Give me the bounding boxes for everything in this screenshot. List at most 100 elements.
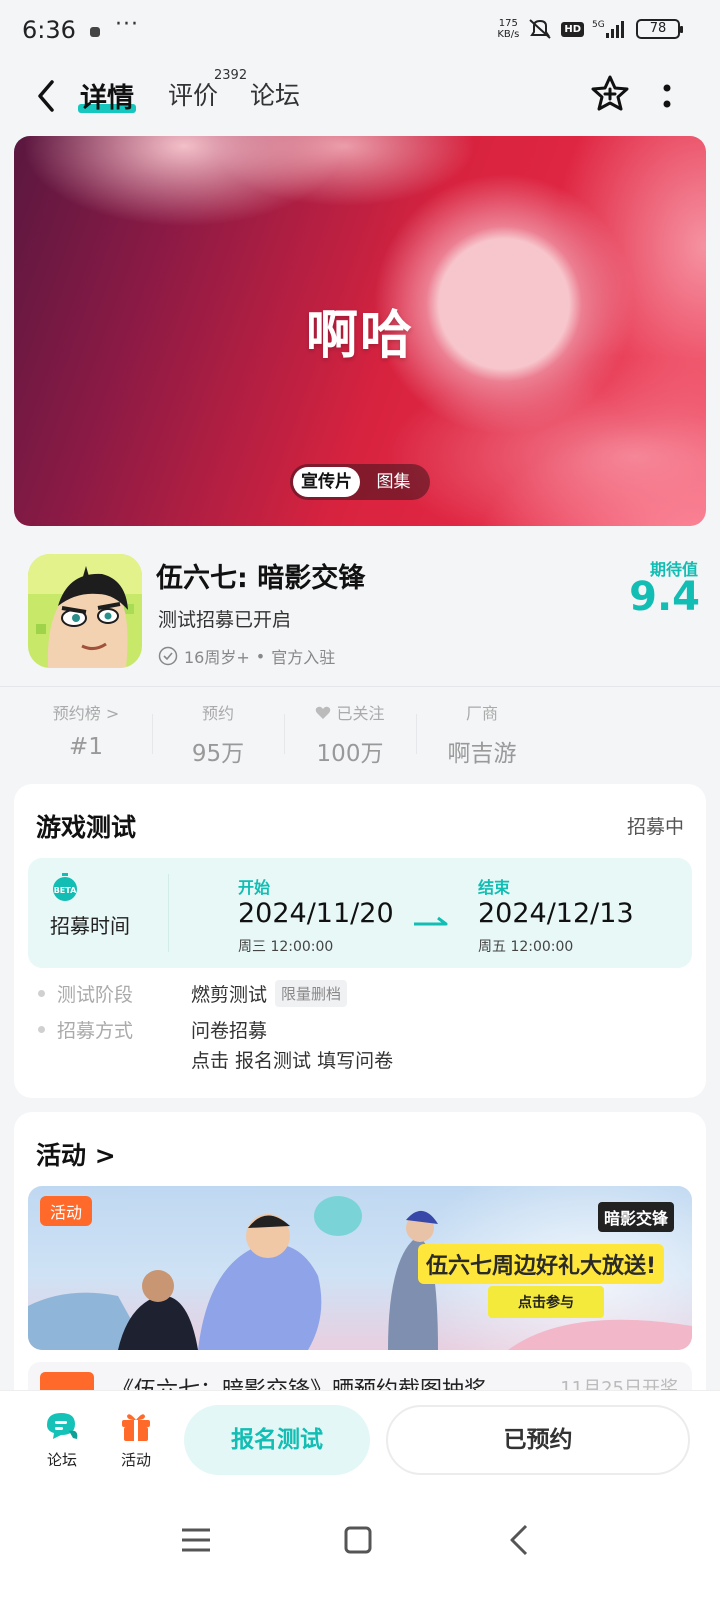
activity-title[interactable]: 活动 >: [36, 1136, 116, 1172]
test-card-title: 游戏测试: [36, 813, 137, 842]
game-icon: [28, 554, 142, 668]
expect-score: 9.4: [629, 574, 700, 620]
activity-headline: 伍六七周边好礼大放送!: [418, 1244, 665, 1284]
forum-label: 论坛: [46, 1451, 77, 1469]
hd-icon: HD: [561, 21, 584, 37]
toggle-video[interactable]: 宣传片: [293, 467, 360, 497]
favorite-star-button[interactable]: [590, 74, 630, 114]
game-name: 伍六七: 暗影交锋: [156, 563, 366, 594]
mute-icon: [529, 19, 551, 39]
status-icons: 175 KB/s HD 5G 78: [497, 18, 683, 40]
stat-publisher[interactable]: 厂商 啊吉游: [416, 700, 548, 770]
tab-review-label: 评价: [168, 81, 219, 110]
reserved-button[interactable]: 已预约: [386, 1405, 690, 1475]
test-card-status: 招募中: [626, 816, 684, 838]
back-nav-icon[interactable]: [500, 1520, 540, 1560]
age-rating: 16周岁+: [184, 648, 250, 667]
start-label: 开始: [238, 878, 271, 897]
forum-chat-icon: [47, 1413, 78, 1439]
test-stage-row: 测试阶段 燃剪测试 限量删档: [38, 980, 348, 1007]
arrow-right-icon: [414, 916, 448, 926]
net-speed-value: 175: [498, 18, 518, 29]
system-nav-bar: [0, 1490, 720, 1601]
tab-detail[interactable]: 详情: [78, 76, 136, 115]
forum-button[interactable]: 论坛: [32, 1409, 92, 1470]
followed-label: 已关注: [336, 704, 385, 723]
end-time: 周五 12:00:00: [478, 939, 574, 955]
stat-followers: 已关注 100万: [284, 700, 416, 770]
stat-label: 预约: [201, 704, 234, 723]
divider: [0, 686, 720, 687]
stat-label: 厂商: [465, 704, 498, 723]
network-type: 5G: [592, 20, 605, 30]
status-bar: 6:36 ··· 175 KB/s HD 5G 78: [0, 0, 720, 62]
stat-ranking[interactable]: 预约榜 > #1: [20, 700, 152, 770]
game-logo: 暗影交锋: [598, 1202, 675, 1232]
gift-icon: [122, 1414, 150, 1441]
recruit-method-key: 招募方式: [57, 1020, 134, 1042]
recruit-method-note-row: 点击 报名测试 填写问卷: [191, 1046, 393, 1073]
stats-row: 预约榜 > #1 预约 95万 已关注 100万 厂商 啊吉游: [20, 700, 560, 770]
recruit-method-value: 问卷招募: [191, 1020, 268, 1042]
stat-value: #1: [69, 734, 103, 760]
start-date: 2024/11/20: [238, 898, 394, 929]
activity-label: 活动: [120, 1451, 151, 1469]
time-divider: [168, 874, 169, 952]
net-speed-unit: KB/s: [497, 29, 520, 40]
stat-reservations: 预约 95万: [152, 700, 284, 770]
status-more: ···: [115, 12, 139, 37]
signal-icon: 5G: [592, 20, 624, 38]
tab-review[interactable]: 评价 2392: [168, 68, 247, 112]
battery-icon: 78: [636, 19, 683, 39]
beta-timer-icon: BETA: [53, 873, 77, 901]
signup-test-button[interactable]: 报名测试: [184, 1405, 370, 1475]
meta-separator: •: [255, 646, 266, 666]
official-label: 官方入驻: [271, 648, 336, 667]
tab-forum-label: 论坛: [250, 81, 301, 110]
toggle-gallery[interactable]: 图集: [360, 467, 427, 497]
join-button[interactable]: 点击参与: [488, 1286, 604, 1318]
recent-apps-icon[interactable]: [176, 1520, 216, 1560]
game-test-card: 游戏测试 招募中 BETA 招募时间 开始 2024/11/20 周三 12:0…: [14, 784, 706, 1098]
review-count-badge: 2392: [214, 68, 248, 83]
activity-button[interactable]: 活动: [106, 1409, 166, 1470]
bottom-action-bar: 论坛 活动 报名测试 已预约: [0, 1390, 720, 1490]
check-circle-icon: [158, 646, 178, 666]
more-menu-button[interactable]: [655, 76, 679, 116]
home-icon[interactable]: [338, 1520, 378, 1560]
promo-banner[interactable]: 啊哈 宣传片 图集: [14, 136, 706, 526]
game-meta: 16周岁+ • 官方入驻: [158, 644, 335, 668]
end-label: 结束: [478, 878, 511, 897]
recruit-method-row: 招募方式 问卷招募: [38, 1016, 267, 1043]
bullet: [38, 1026, 45, 1033]
stat-value: 95万: [191, 741, 245, 767]
tab-detail-label: 详情: [80, 83, 134, 114]
stat-label: 已关注: [284, 700, 416, 724]
heart-icon: [316, 706, 331, 719]
tab-forum[interactable]: 论坛: [250, 76, 300, 112]
header: 详情 评价 2392 论坛: [0, 62, 720, 134]
activity-banner[interactable]: 活动 暗影交锋 伍六七周边好礼大放送! 点击参与: [28, 1186, 692, 1350]
stat-value: 啊吉游: [447, 741, 517, 767]
status-time: 6:36: [22, 16, 76, 44]
test-stage-tag: 限量删档: [275, 980, 348, 1007]
beta-label: BETA: [54, 886, 77, 895]
end-date: 2024/12/13: [478, 898, 634, 929]
media-toggle: 宣传片 图集: [290, 464, 430, 500]
test-stage-value: 燃剪测试: [191, 984, 268, 1006]
start-time: 周三 12:00:00: [238, 939, 334, 955]
bullet: [38, 990, 45, 997]
test-stage-key: 测试阶段: [57, 984, 134, 1006]
activity-tag: 活动: [40, 1196, 93, 1226]
stat-label: 预约榜 >: [52, 704, 120, 723]
recruit-method-note: 点击 报名测试 填写问卷: [191, 1050, 394, 1072]
banner-title: 啊哈: [305, 306, 414, 366]
activity-card: 活动 > 活动 暗影交锋 伍六七周边好礼大放送! 点击参与 《伍六七：暗影交锋》…: [14, 1112, 706, 1412]
net-speed: 175 KB/s: [497, 18, 519, 40]
recruit-time-label: 招募时间: [50, 914, 130, 938]
back-button[interactable]: [30, 76, 66, 116]
notification-dot-icon: [90, 27, 100, 37]
stat-value: 100万: [316, 741, 384, 767]
recruit-time-box: BETA 招募时间 开始 2024/11/20 周三 12:00:00 结束 2…: [28, 858, 692, 968]
game-status: 测试招募已开启: [158, 609, 292, 631]
